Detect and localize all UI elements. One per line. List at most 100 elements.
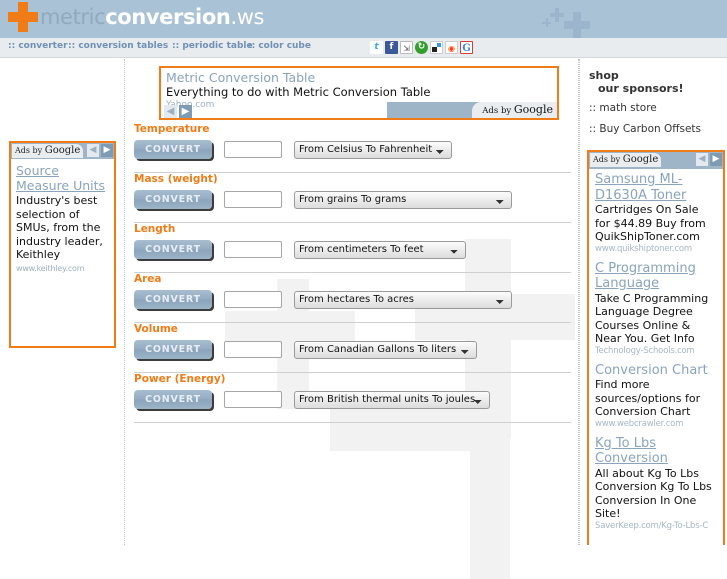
converter-row: CONVERT From grains To grams <box>134 190 580 209</box>
right-sidebar: shop our sponsors! :: math store :: Buy … <box>579 59 727 545</box>
shop-subheading: our sponsors! <box>598 82 684 95</box>
google-icon[interactable]: G <box>460 41 473 54</box>
left-ad-prev-button[interactable]: ◀ <box>87 144 99 157</box>
shop-link-carbon-offsets[interactable]: :: Buy Carbon Offsets <box>589 123 701 135</box>
decor-plus-large-icon <box>564 12 590 38</box>
google-wordmark: Google <box>44 145 81 156</box>
site-header: metricconversion.ws <box>0 0 727 38</box>
converter-row: CONVERT From centimeters To feet <box>134 240 580 259</box>
site-logo[interactable]: metricconversion.ws <box>8 2 264 32</box>
units-select[interactable]: From Canadian Gallons To liters <box>294 340 477 359</box>
value-input[interactable] <box>224 291 282 308</box>
sidebar-ad-title[interactable]: C Programming Language <box>595 261 717 292</box>
left-ad-body: Source Measure Units Industry's best sel… <box>11 159 114 277</box>
value-input[interactable] <box>224 241 282 258</box>
separator <box>134 422 571 423</box>
logo-tld: .ws <box>230 5 265 29</box>
decor-plus-small-icon <box>542 18 551 27</box>
convert-button[interactable]: CONVERT <box>134 190 212 209</box>
converter-row: CONVERT From Canadian Gallons To liters <box>134 340 580 359</box>
main-ad-title[interactable]: Metric Conversion Table <box>166 70 315 85</box>
sidebar-ad-title[interactable]: Kg To Lbs Conversion <box>595 436 717 467</box>
right-ad-header: Ads by Google ◀ ▶ <box>589 152 723 169</box>
right-ad-next-button[interactable]: ▶ <box>710 153 722 166</box>
ads-by-label: Ads by <box>15 146 45 155</box>
header-decoration <box>534 4 614 38</box>
twitter-icon[interactable]: t <box>370 41 383 54</box>
decor-plus-medium-icon <box>550 8 564 22</box>
sidebar-ad-url[interactable]: www.webcrawler.com <box>595 419 717 429</box>
right-divider <box>579 59 580 545</box>
nav-item-color-cube[interactable]: :: color cube <box>248 41 311 51</box>
main-google-wordmark: Google <box>513 103 553 116</box>
sidebar-ad-description: Take C Programming Language Degree Cours… <box>595 291 709 346</box>
value-input[interactable] <box>224 141 282 158</box>
sidebar-ad-url[interactable]: www.quikshiptoner.com <box>595 244 717 254</box>
left-sidebar: Ads by Google ◀ ▶ Source Measure Units I… <box>0 59 124 545</box>
left-ad-header: Ads by Google ◀ ▶ <box>11 143 114 159</box>
units-select[interactable]: From centimeters To feet <box>294 240 466 259</box>
convert-button[interactable]: CONVERT <box>134 140 212 159</box>
left-ad-title[interactable]: Source Measure Units <box>16 163 109 193</box>
converter-block-length: Length CONVERT From centimeters To feet <box>125 223 580 259</box>
shop-heading: shop <box>589 69 619 82</box>
main-ads-by-label: Ads by <box>482 106 514 116</box>
logo-conversion: conversion <box>105 5 231 29</box>
sidebar-ad-title[interactable]: Samsung ML-D1630A Toner <box>595 172 717 203</box>
facebook-icon[interactable]: f <box>385 41 398 54</box>
sidebar-ad-item: Conversion Chart Find more sources/optio… <box>595 363 717 429</box>
units-select[interactable]: From Celsius To Fahrenheit <box>294 140 452 159</box>
right-ads-by-label: Ads by <box>593 155 623 164</box>
main-google-ad: Metric Conversion Table Everything to do… <box>159 66 559 120</box>
main-ad-next-button[interactable]: ▶ <box>179 105 192 118</box>
converter-label: Length <box>134 223 176 235</box>
converter-label: Temperature <box>134 123 210 135</box>
sidebar-ad-description: Cartridges On Sale for $44.89 Buy from Q… <box>595 203 706 243</box>
nav-item-conversion-tables[interactable]: :: conversion tables <box>68 41 168 51</box>
units-select[interactable]: From hectares To acres <box>294 290 512 309</box>
units-select[interactable]: From grains To grams <box>294 190 512 209</box>
main-ad-arrows: ◀ ▶ <box>164 105 192 118</box>
convert-button[interactable]: CONVERT <box>134 240 212 259</box>
share-icon[interactable]: ⇲ <box>400 41 413 54</box>
converter-label: Power (Energy) <box>134 373 226 385</box>
left-ad-url[interactable]: www.keithley.com <box>16 264 109 273</box>
social-share-bar: t f ⇲ ↻ ◉ G <box>370 41 473 54</box>
left-google-ad: Ads by Google ◀ ▶ Source Measure Units I… <box>9 141 116 348</box>
right-google-wordmark: Google <box>622 154 659 165</box>
nav-item-converter[interactable]: :: converter <box>8 41 68 51</box>
converter-block-power: Power (Energy) CONVERT From British ther… <box>125 373 580 409</box>
convert-button[interactable]: CONVERT <box>134 290 212 309</box>
converter-row: CONVERT From Celsius To Fahrenheit <box>134 140 580 159</box>
convert-button[interactable]: CONVERT <box>134 390 212 409</box>
sidebar-ad-url[interactable]: Technology-Schools.com <box>595 346 717 356</box>
shop-link-math-store[interactable]: :: math store <box>589 102 657 114</box>
reddit-icon[interactable]: ◉ <box>445 41 458 54</box>
main-ad-prev-button[interactable]: ◀ <box>164 105 177 118</box>
value-input[interactable] <box>224 191 282 208</box>
right-ad-body: Samsung ML-D1630A Toner Cartridges On Sa… <box>589 169 723 531</box>
right-google-ad: Ads by Google ◀ ▶ Samsung ML-D1630A Tone… <box>587 150 725 545</box>
converter-block-temperature: Temperature CONVERT From Celsius To Fahr… <box>125 123 580 159</box>
sidebar-ad-item: C Programming Language Take C Programmin… <box>595 261 717 356</box>
convert-button[interactable]: CONVERT <box>134 340 212 359</box>
main-navigation: :: converter :: conversion tables :: per… <box>0 38 727 58</box>
logo-text: metricconversion.ws <box>40 5 264 29</box>
units-select[interactable]: From British thermal units To joules <box>294 390 490 409</box>
nav-item-periodic-table[interactable]: :: periodic table <box>172 41 253 51</box>
converter-label: Area <box>134 273 162 285</box>
converter-row: CONVERT From hectares To acres <box>134 290 580 309</box>
right-ad-prev-button[interactable]: ◀ <box>696 153 708 166</box>
sidebar-ad-title[interactable]: Conversion Chart <box>595 363 717 379</box>
plus-logo-icon <box>8 2 38 32</box>
converter-block-mass: Mass (weight) CONVERT From grains To gra… <box>125 173 580 209</box>
delicious-icon[interactable] <box>430 41 443 54</box>
sidebar-ad-url[interactable]: SaverKeep.com/Kg-To-Lbs-C <box>595 521 717 531</box>
value-input[interactable] <box>224 341 282 358</box>
stumbleupon-icon[interactable]: ↻ <box>415 41 428 54</box>
main-ad-description: Everything to do with Metric Conversion … <box>166 85 431 99</box>
converter-form: Temperature CONVERT From Celsius To Fahr… <box>125 123 580 423</box>
left-ad-next-button[interactable]: ▶ <box>101 144 113 157</box>
main-ads-by-google-badge: Ads by Google <box>472 102 557 118</box>
value-input[interactable] <box>224 391 282 408</box>
